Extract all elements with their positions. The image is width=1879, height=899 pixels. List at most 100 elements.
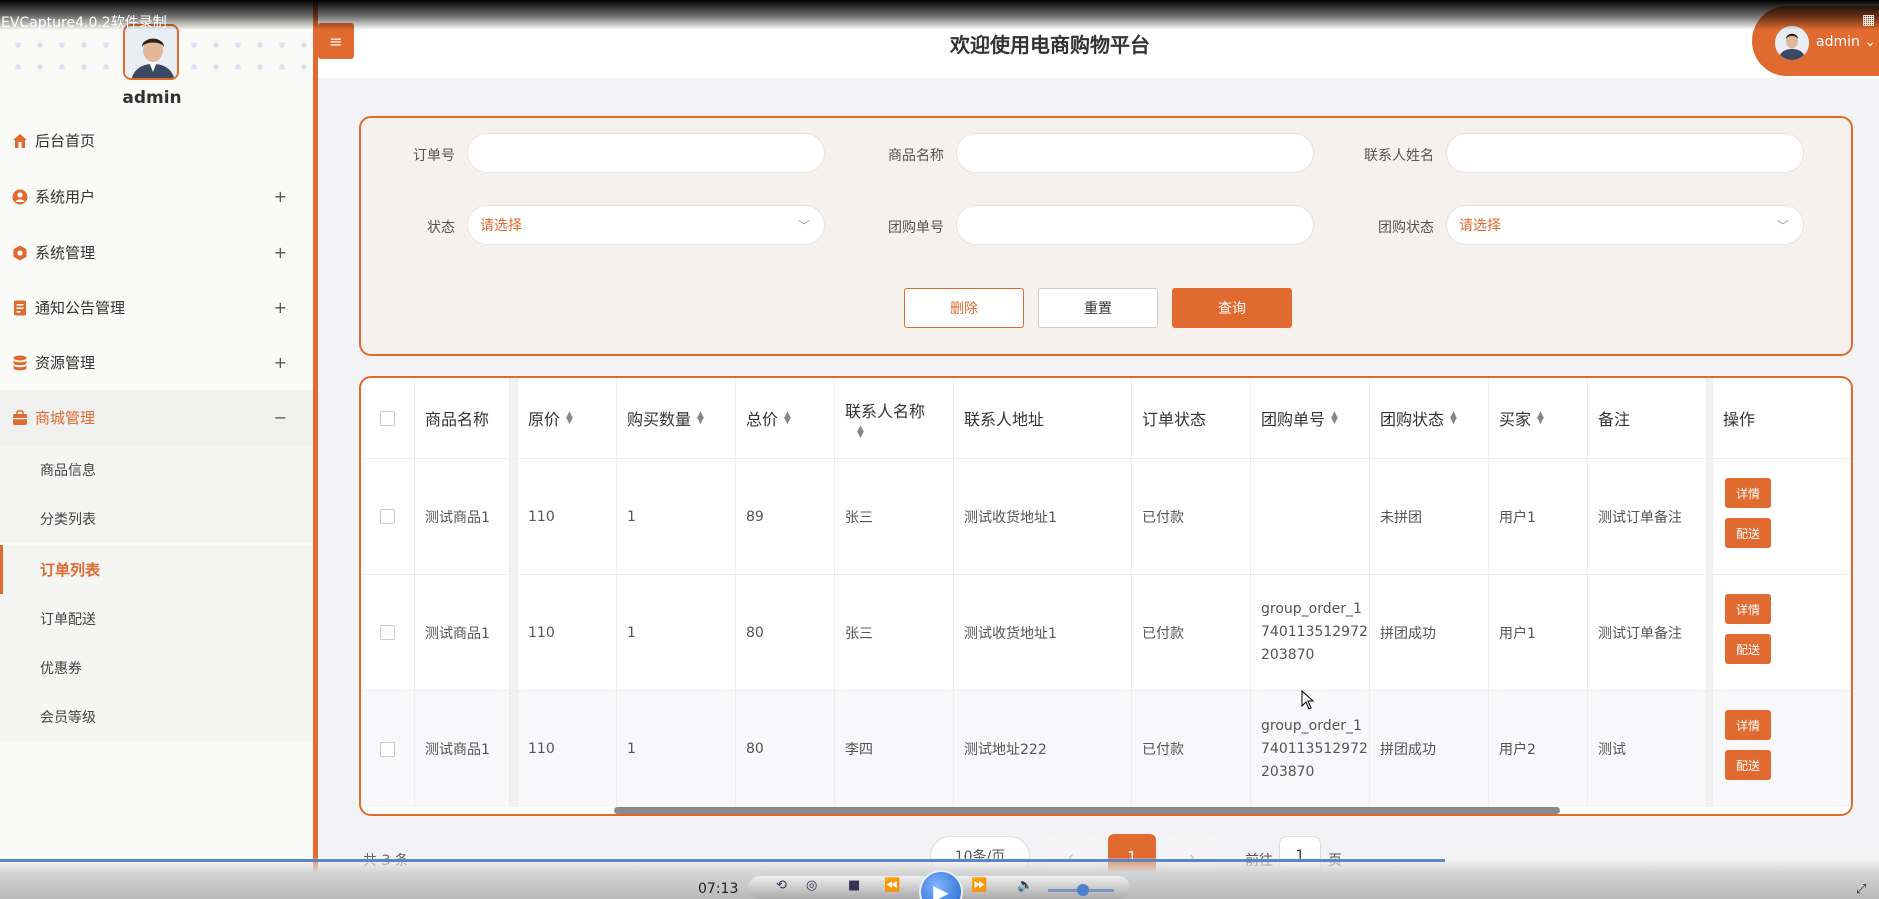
- table-row: 测试商品1 110 1 89 张三 测试收货地址1 已付款 未拼团 用户1 测试…: [361, 459, 1851, 575]
- expand-icon[interactable]: +: [274, 243, 287, 262]
- detail-button[interactable]: 详情: [1725, 710, 1771, 740]
- cell-contact: 张三: [835, 575, 954, 690]
- group-order-input[interactable]: [956, 205, 1314, 245]
- sort-icon[interactable]: ▲ ▼: [784, 411, 791, 426]
- cell-group-no: [1251, 459, 1370, 574]
- sidebar-subitem-coupons[interactable]: 优惠券: [0, 643, 313, 692]
- loop-icon[interactable]: ◎: [806, 878, 817, 893]
- cell-price: 110: [518, 459, 617, 574]
- cell-actions: 详情 配送: [1713, 459, 1851, 574]
- header-address: 联系人地址: [954, 378, 1132, 458]
- fullscreen-icon[interactable]: ⤢: [1856, 882, 1866, 897]
- sort-icon[interactable]: ▲ ▼: [1450, 411, 1457, 426]
- cell-address: 测试收货地址1: [954, 459, 1132, 574]
- sort-icon[interactable]: ▲ ▼: [1331, 411, 1338, 426]
- sidebar-item-resources[interactable]: 资源管理 +: [0, 335, 313, 390]
- delete-button[interactable]: 删除: [904, 288, 1024, 328]
- sort-icon[interactable]: ▲ ▼: [857, 425, 864, 440]
- cell-price: 110: [518, 691, 617, 807]
- header-order-status: 订单状态: [1132, 378, 1251, 458]
- cell-contact: 李四: [835, 691, 954, 807]
- group-status-select[interactable]: 请选择 ﹀: [1446, 205, 1804, 245]
- expand-icon[interactable]: +: [274, 187, 287, 206]
- group-status-placeholder: 请选择: [1459, 218, 1501, 234]
- sidebar-subitem-member-levels[interactable]: 会员等级: [0, 692, 313, 741]
- cell-group-status: 拼团成功: [1370, 575, 1489, 690]
- frozen-divider: [510, 378, 518, 458]
- expand-icon[interactable]: +: [274, 353, 287, 372]
- sort-icon[interactable]: ▲ ▼: [1537, 411, 1544, 426]
- cell-total: 89: [736, 459, 835, 574]
- sidebar-item-label: 系统管理: [35, 244, 96, 262]
- volume-knob[interactable]: [1077, 884, 1089, 896]
- detail-button[interactable]: 详情: [1725, 478, 1771, 508]
- detail-button[interactable]: 详情: [1725, 594, 1771, 624]
- sidebar-item-dashboard[interactable]: 后台首页: [0, 113, 313, 168]
- sidebar-item-label: 通知公告管理: [35, 299, 126, 317]
- sidebar-subitem-delivery[interactable]: 订单配送: [0, 594, 313, 643]
- deliver-button[interactable]: 配送: [1725, 518, 1771, 548]
- header-avatar[interactable]: [1775, 26, 1809, 60]
- collapse-icon[interactable]: −: [274, 408, 287, 427]
- sidebar-item-shop-management[interactable]: 商城管理 −: [0, 390, 313, 445]
- volume-icon[interactable]: 🔈: [1017, 878, 1033, 893]
- page-title: 欢迎使用电商购物平台: [950, 33, 1150, 57]
- sidebar-item-system-management[interactable]: 系统管理 +: [0, 225, 313, 280]
- avatar[interactable]: [123, 24, 179, 80]
- product-name-input[interactable]: [956, 133, 1314, 173]
- header-total[interactable]: 总价 ▲ ▼: [736, 378, 835, 458]
- database-icon: [11, 354, 28, 371]
- deliver-button[interactable]: 配送: [1725, 750, 1771, 780]
- expand-icon[interactable]: +: [274, 298, 287, 317]
- row-checkbox[interactable]: [380, 509, 395, 524]
- header-actions: 操作: [1713, 378, 1851, 458]
- header-qty[interactable]: 购买数量 ▲ ▼: [617, 378, 736, 458]
- cell-remark: 测试: [1588, 691, 1707, 807]
- deliver-button[interactable]: 配送: [1725, 634, 1771, 664]
- cell-group-status: 拼团成功: [1370, 691, 1489, 807]
- recorder-title: EVCapture4.0.2软件录制: [1, 15, 167, 31]
- stop-icon[interactable]: ■: [848, 878, 860, 893]
- rewind-icon[interactable]: ⏪: [884, 878, 900, 893]
- orders-table: 商品名称 原价 ▲ ▼ 购买数量 ▲ ▼ 总价 ▲ ▼ 联系人名称 ▲ ▼ 联系人地址 订单状态…: [359, 376, 1853, 816]
- sidebar-item-label: 后台首页: [35, 132, 96, 150]
- row-checkbox[interactable]: [380, 625, 395, 640]
- frozen-divider: [510, 691, 518, 807]
- header-contact[interactable]: 联系人名称 ▲ ▼: [835, 378, 954, 458]
- horizontal-scrollbar[interactable]: [614, 807, 1560, 814]
- grid-icon[interactable]: ▦: [1862, 12, 1875, 28]
- playback-progress[interactable]: [0, 859, 1445, 862]
- contact-name-input[interactable]: [1446, 133, 1804, 173]
- row-select-cell: [361, 691, 415, 807]
- menu-toggle-button[interactable]: ≡: [318, 23, 354, 59]
- notice-icon: [11, 299, 28, 316]
- sidebar-subitem-categories[interactable]: 分类列表: [0, 494, 313, 543]
- sidebar-subitem-orders[interactable]: 订单列表: [0, 545, 313, 594]
- header-price[interactable]: 原价 ▲ ▼: [518, 378, 617, 458]
- select-all-checkbox[interactable]: [380, 410, 395, 426]
- header-group-status[interactable]: 团购状态 ▲ ▼: [1370, 378, 1489, 458]
- sidebar-subitem-products[interactable]: 商品信息: [0, 445, 313, 494]
- row-checkbox[interactable]: [380, 741, 395, 757]
- header-group-no[interactable]: 团购单号 ▲ ▼: [1251, 378, 1370, 458]
- status-select[interactable]: 请选择 ﹀: [467, 205, 825, 245]
- order-no-label: 订单号: [413, 148, 455, 164]
- rotate-icon[interactable]: ⟲: [776, 878, 787, 893]
- reset-button[interactable]: 重置: [1038, 288, 1158, 328]
- sidebar: admin 后台首页 系统用户 + 系统管理 + 通知公告管理 + 资源管理 +…: [0, 0, 316, 899]
- order-no-input[interactable]: [467, 133, 825, 173]
- home-icon: [11, 132, 28, 149]
- cell-group-no: group_order_1 740113512972 203870: [1251, 575, 1370, 690]
- header-username[interactable]: admin ⌄: [1816, 34, 1876, 50]
- sidebar-item-notices[interactable]: 通知公告管理 +: [0, 280, 313, 335]
- sidebar-border: [313, 0, 318, 899]
- header-buyer[interactable]: 买家 ▲ ▼: [1489, 378, 1588, 458]
- table-row: 测试商品1 110 1 80 李四 测试地址222 已付款 group_orde…: [361, 691, 1851, 807]
- sidebar-item-system-users[interactable]: 系统用户 +: [0, 169, 313, 224]
- query-button[interactable]: 查询: [1172, 288, 1292, 328]
- sort-icon[interactable]: ▲ ▼: [566, 411, 573, 426]
- fast-forward-icon[interactable]: ⏩: [971, 878, 987, 893]
- table-row: 测试商品1 110 1 80 张三 测试收货地址1 已付款 group_orde…: [361, 575, 1851, 691]
- frozen-divider: [510, 459, 518, 574]
- sort-icon[interactable]: ▲ ▼: [697, 411, 704, 426]
